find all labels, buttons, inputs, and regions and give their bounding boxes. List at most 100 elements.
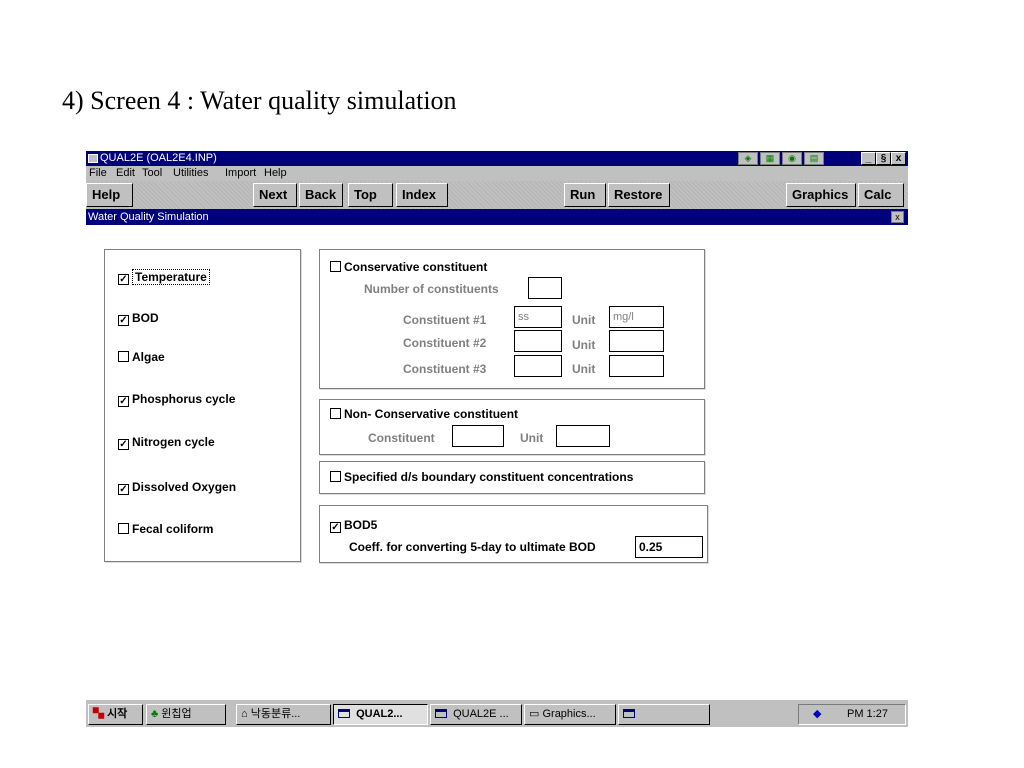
window-title: QUAL2E (OAL2E4.INP) [100, 152, 217, 164]
checkbox-box: ✓ [118, 396, 129, 407]
number-of-constituents-input[interactable] [528, 277, 562, 299]
checkbox-label: Nitrogen cycle [132, 435, 215, 449]
graphics-button[interactable]: Graphics [786, 183, 856, 207]
index-button[interactable]: Index [396, 183, 448, 207]
menu-file[interactable]: File [89, 166, 107, 181]
algae-checkbox[interactable]: Algae [118, 350, 165, 364]
window-controls: _ § x [861, 152, 906, 165]
titlebar-tool-icons: ◈ ▦ ◉ ▤ [738, 152, 824, 165]
temperature-checkbox[interactable]: ✓ Temperature [118, 269, 210, 285]
checkbox-label: Dissolved Oxygen [132, 480, 237, 494]
non-conservative-constituent-panel: Non- Conservative constituent Constituen… [319, 399, 705, 455]
checkbox-box: ✓ [118, 274, 129, 285]
dissolved-oxygen-checkbox[interactable]: ✓ Dissolved Oxygen [118, 480, 236, 495]
qual2e-window: QUAL2E (OAL2E4.INP) ◈ ▦ ◉ ▤ _ § x File E… [86, 151, 908, 727]
bod5-checkbox[interactable]: ✓ BOD5 [330, 518, 377, 533]
taskbar-item-6[interactable] [618, 704, 710, 725]
menu-utilities[interactable]: Utilities [173, 166, 208, 181]
minimize-button[interactable]: _ [861, 152, 876, 165]
nitrogen-cycle-checkbox[interactable]: ✓ Nitrogen cycle [118, 435, 215, 450]
non-conservative-constituent-checkbox[interactable]: Non- Conservative constituent [330, 407, 518, 421]
checkbox-box: ✓ [118, 315, 129, 326]
constituent-1-input[interactable]: ss [514, 306, 562, 328]
subwindow-titlebar[interactable]: Water Quality Simulation x [86, 209, 908, 225]
constituent-2-unit-input[interactable] [609, 330, 664, 352]
constituent-2-input[interactable] [514, 330, 562, 352]
next-button[interactable]: Next [253, 183, 297, 207]
speaker-icon[interactable]: ◆ [813, 705, 821, 724]
help-button[interactable]: Help [86, 183, 133, 207]
checkbox-label: Fecal coliform [132, 522, 214, 536]
conservative-constituent-panel: Conservative constituent Number of const… [319, 249, 705, 389]
menu-help[interactable]: Help [264, 166, 287, 181]
menu-import[interactable]: Import [225, 166, 256, 181]
taskbar-item-4[interactable]: QUAL2E ... [430, 704, 522, 725]
run-button[interactable]: Run [564, 183, 606, 207]
taskbar: ▚ 시작 ♣ 윈칩업 ⌂ 낙동분류... QUAL2... QUAL2E ...… [86, 699, 908, 727]
checkbox-box: ✓ [118, 439, 129, 450]
checkbox-box [118, 523, 129, 534]
constituent-1-label: Constituent #1 [403, 313, 487, 327]
window-titlebar[interactable]: QUAL2E (OAL2E4.INP) ◈ ▦ ◉ ▤ _ § x [86, 151, 908, 166]
constituent-1-unit-input[interactable]: mg/l [609, 306, 664, 328]
window-icon [623, 709, 635, 718]
taskbar-item-3[interactable]: QUAL2... [333, 704, 428, 725]
subwindow-close-button[interactable]: x [891, 211, 904, 223]
system-tray: ◆ PM 1:27 [798, 704, 906, 725]
taskbar-item-label: QUAL2E ... [453, 708, 509, 720]
checkbox-label: BOD5 [344, 518, 378, 532]
folder-icon: ⌂ [241, 708, 248, 720]
graphics-icon: ▭ [529, 708, 540, 720]
conservative-constituent-checkbox[interactable]: Conservative constituent [330, 260, 487, 274]
file-icon[interactable]: ▤ [804, 152, 824, 165]
non-conservative-unit-label: Unit [520, 431, 544, 445]
checkbox-label: BOD [132, 311, 159, 325]
bod5-panel: ✓ BOD5 Coeff. for converting 5-day to ult… [319, 505, 708, 563]
chart-icon[interactable]: ◉ [782, 152, 802, 165]
checkbox-label: Phosphorus cycle [132, 392, 236, 406]
windows-logo-icon: ▚ [93, 708, 104, 720]
map-icon[interactable]: ◈ [738, 152, 758, 165]
fecal-coliform-checkbox[interactable]: Fecal coliform [118, 522, 213, 536]
start-label: 시작 [107, 708, 128, 720]
phosphorus-cycle-checkbox[interactable]: ✓ Phosphorus cycle [118, 392, 235, 407]
checkbox-box: ✓ [330, 522, 341, 533]
checkbox-box [330, 261, 341, 272]
constituent-3-label: Constituent #3 [403, 362, 487, 376]
constituent-2-unit-label: Unit [572, 338, 596, 352]
start-button[interactable]: ▚ 시작 [88, 704, 143, 725]
restore-button[interactable]: Restore [608, 183, 670, 207]
taskbar-item-label: Graphics... [542, 708, 596, 720]
restore-window-button[interactable]: § [876, 152, 891, 165]
non-conservative-unit-input[interactable] [556, 425, 610, 447]
checkbox-label: Temperature [132, 269, 210, 285]
taskbar-item-label: 낙동분류... [250, 708, 301, 720]
bod-checkbox[interactable]: ✓ BOD [118, 311, 159, 326]
non-conservative-constituent-input[interactable] [452, 425, 504, 447]
boundary-concentrations-checkbox[interactable]: Specified d/s boundary constituent conce… [330, 470, 633, 484]
menu-edit[interactable]: Edit [116, 166, 135, 181]
bod-coefficient-label: Coeff. for converting 5-day to ultimate … [349, 540, 596, 554]
window-icon [338, 709, 350, 718]
taskbar-item-2[interactable]: ⌂ 낙동분류... [236, 704, 331, 725]
taskbar-item-5[interactable]: ▭ Graphics... [524, 704, 616, 725]
back-button[interactable]: Back [299, 183, 343, 207]
constituent-3-unit-input[interactable] [609, 355, 664, 377]
calc-button[interactable]: Calc [858, 183, 904, 207]
constituent-3-unit-label: Unit [572, 362, 596, 376]
grid-icon[interactable]: ▦ [760, 152, 780, 165]
menu-tool[interactable]: Tool [142, 166, 162, 181]
top-button[interactable]: Top [348, 183, 393, 207]
menu-bar: File Edit Tool Utilities Import Help [86, 166, 908, 181]
constituent-2-label: Constituent #2 [403, 336, 487, 350]
close-button[interactable]: x [891, 152, 906, 165]
checkbox-label: Non- Conservative constituent [344, 407, 519, 421]
taskbar-item-1[interactable]: ♣ 윈칩업 [146, 704, 226, 725]
clock-text: PM 1:27 [847, 708, 888, 720]
taskbar-item-label: QUAL2... [356, 708, 403, 720]
bod-coefficient-input[interactable]: 0.25 [635, 536, 703, 558]
slide-title: 4) Screen 4 : Water quality simulation [62, 86, 457, 115]
constituent-3-input[interactable] [514, 355, 562, 377]
checkbox-label: Conservative constituent [344, 260, 488, 274]
checkbox-label: Algae [132, 350, 165, 364]
